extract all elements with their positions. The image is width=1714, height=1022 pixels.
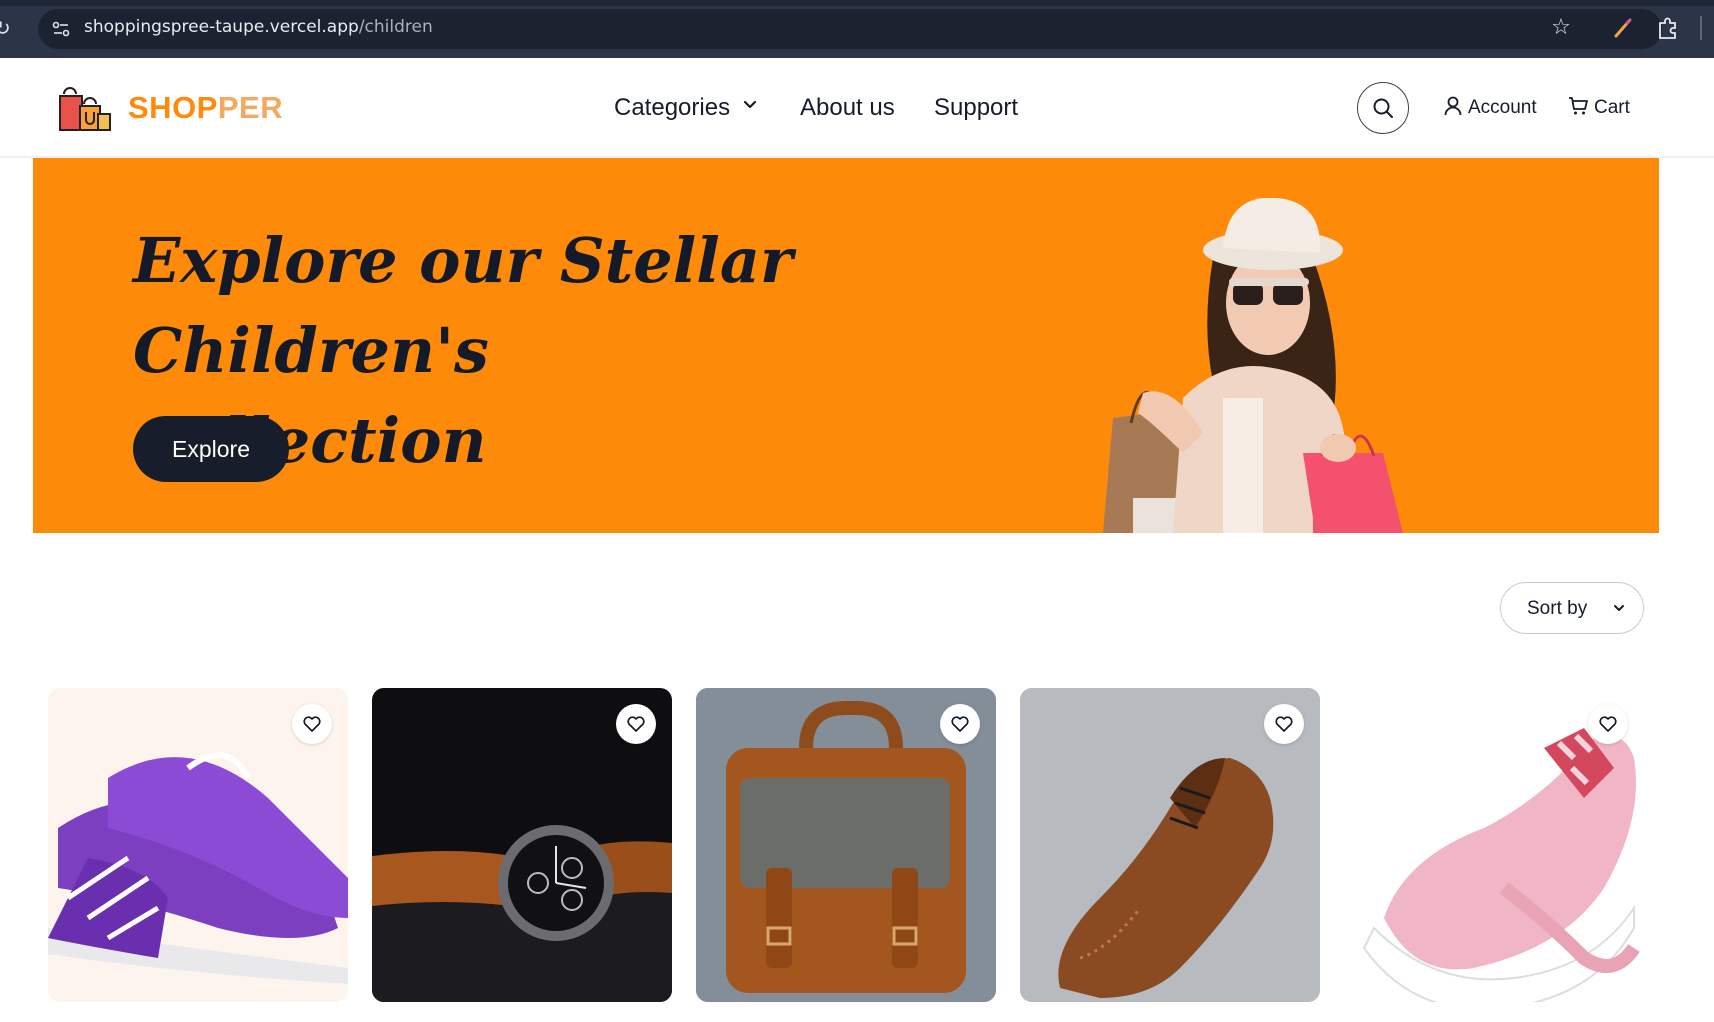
cart-label: Cart [1594, 97, 1630, 118]
product-card[interactable] [1020, 688, 1320, 1002]
account-label: Account [1468, 97, 1537, 118]
url-path: /children [358, 17, 433, 37]
hero-banner: Explore our Stellar Children's Collectio… [33, 158, 1659, 533]
url-text[interactable]: shoppingspree-taupe.vercel.app/children [84, 17, 433, 37]
brand-wordmark-part2: PER [217, 90, 284, 125]
bookmark-star-icon[interactable]: ☆ [1548, 14, 1574, 42]
wishlist-button[interactable] [1588, 704, 1628, 744]
product-card[interactable] [1344, 688, 1644, 1002]
wishlist-button[interactable] [292, 704, 332, 744]
browser-toolbar: ↻ shoppingspree-taupe.vercel.app/childre… [0, 0, 1714, 58]
heart-icon [951, 716, 969, 732]
brand-wordmark-part1: SHOP [128, 90, 218, 125]
product-card[interactable] [696, 688, 996, 1002]
explore-button[interactable]: Explore [133, 416, 289, 482]
site-header: SHOPPER Categories About us Support Acco… [0, 58, 1714, 158]
wishlist-button[interactable] [940, 704, 980, 744]
account-link[interactable]: Account [1444, 96, 1537, 119]
reload-icon[interactable]: ↻ [0, 14, 16, 42]
nav-categories[interactable]: Categories [614, 94, 758, 122]
nav-about-us[interactable]: About us [800, 94, 895, 122]
brand-wordmark[interactable]: SHOPPER [128, 90, 283, 126]
user-icon [1444, 96, 1462, 116]
heart-icon [627, 716, 645, 732]
toolbar-divider [1700, 16, 1702, 40]
chevron-down-icon [743, 100, 757, 109]
search-button[interactable] [1357, 82, 1409, 134]
chevron-down-icon [1614, 605, 1624, 611]
search-icon [1373, 98, 1393, 118]
sort-by-dropdown[interactable]: Sort by [1500, 582, 1644, 634]
heart-icon [1599, 716, 1617, 732]
browser-tab-strip [0, 0, 1714, 6]
shopping-bags-logo-icon[interactable] [58, 84, 112, 134]
pen-extension-icon[interactable] [1612, 16, 1634, 40]
nav-support[interactable]: Support [934, 94, 1018, 122]
wishlist-button[interactable] [616, 704, 656, 744]
url-host: shoppingspree-taupe.vercel.app [84, 17, 359, 37]
product-card[interactable] [372, 688, 672, 1002]
nav-categories-label: Categories [614, 94, 731, 121]
extensions-puzzle-icon[interactable] [1656, 15, 1680, 41]
wishlist-button[interactable] [1264, 704, 1304, 744]
cart-icon [1569, 97, 1588, 115]
product-card[interactable] [48, 688, 348, 1002]
girl-with-shopping-bags-image [1103, 198, 1403, 533]
heart-icon [1275, 716, 1293, 732]
sort-by-label: Sort by [1527, 597, 1588, 619]
cart-link[interactable]: Cart [1568, 96, 1630, 119]
heart-icon [303, 716, 321, 732]
site-info-icon[interactable] [50, 18, 72, 40]
